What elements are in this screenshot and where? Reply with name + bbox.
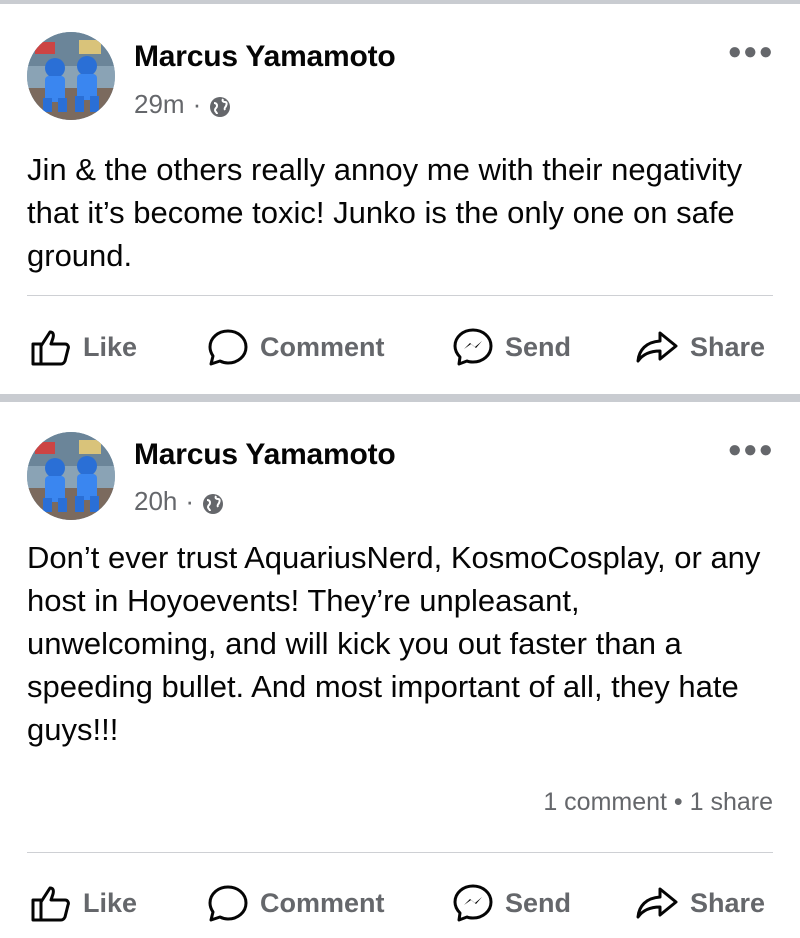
share-button[interactable]: Share (634, 878, 765, 928)
comment-label: Comment (260, 331, 385, 362)
author-avatar[interactable] (27, 32, 115, 120)
post-divider (27, 295, 773, 296)
author-avatar[interactable] (27, 432, 115, 520)
like-icon (29, 328, 73, 366)
comment-icon (206, 883, 250, 923)
post-divider (27, 852, 773, 853)
engagement-counts[interactable]: 1 comment • 1 share (543, 788, 773, 817)
comment-label: Comment (260, 887, 385, 918)
comment-button[interactable]: Comment (206, 878, 385, 928)
post-actions: Like Comment Send Share (0, 322, 800, 372)
send-label: Send (505, 887, 572, 918)
post-time[interactable]: 29m (134, 89, 185, 120)
more-options-icon[interactable]: ●●● (728, 40, 775, 64)
post-text: Don’t ever trust AquariusNerd, KosmoCosp… (27, 540, 761, 747)
post-time[interactable]: 20h (134, 486, 177, 517)
more-options-icon[interactable]: ●●● (728, 438, 775, 462)
post-text: Jin & the others really annoy me with th… (27, 152, 743, 273)
feed-post: Marcus Yamamoto 29m · ●●● Jin & the othe… (0, 4, 800, 394)
meta-separator: · (192, 89, 202, 119)
share-icon (634, 329, 680, 365)
send-label: Send (505, 331, 572, 362)
feed-separator (0, 394, 800, 402)
messenger-icon (451, 883, 495, 923)
comment-icon (206, 327, 250, 367)
globe-icon (209, 94, 231, 117)
author-name[interactable]: Marcus Yamamoto (134, 40, 396, 74)
post-meta: 29m · (134, 89, 231, 120)
globe-icon (202, 491, 224, 514)
like-button[interactable]: Like (29, 878, 137, 928)
meta-separator: · (185, 486, 195, 516)
like-label: Like (83, 887, 138, 918)
send-button[interactable]: Send (451, 878, 571, 928)
share-label: Share (690, 331, 766, 362)
comment-button[interactable]: Comment (206, 322, 385, 372)
author-name[interactable]: Marcus Yamamoto (134, 438, 396, 472)
like-label: Like (83, 331, 138, 362)
post-meta: 20h · (134, 486, 224, 517)
send-button[interactable]: Send (451, 322, 571, 372)
share-label: Share (690, 887, 766, 918)
share-button[interactable]: Share (634, 322, 765, 372)
messenger-icon (451, 327, 495, 367)
feed-post: Marcus Yamamoto 20h · ●●● Don’t ever tru… (0, 402, 800, 938)
like-icon (29, 884, 73, 922)
like-button[interactable]: Like (29, 322, 137, 372)
share-icon (634, 885, 680, 921)
post-actions: Like Comment Send Share (0, 878, 800, 928)
